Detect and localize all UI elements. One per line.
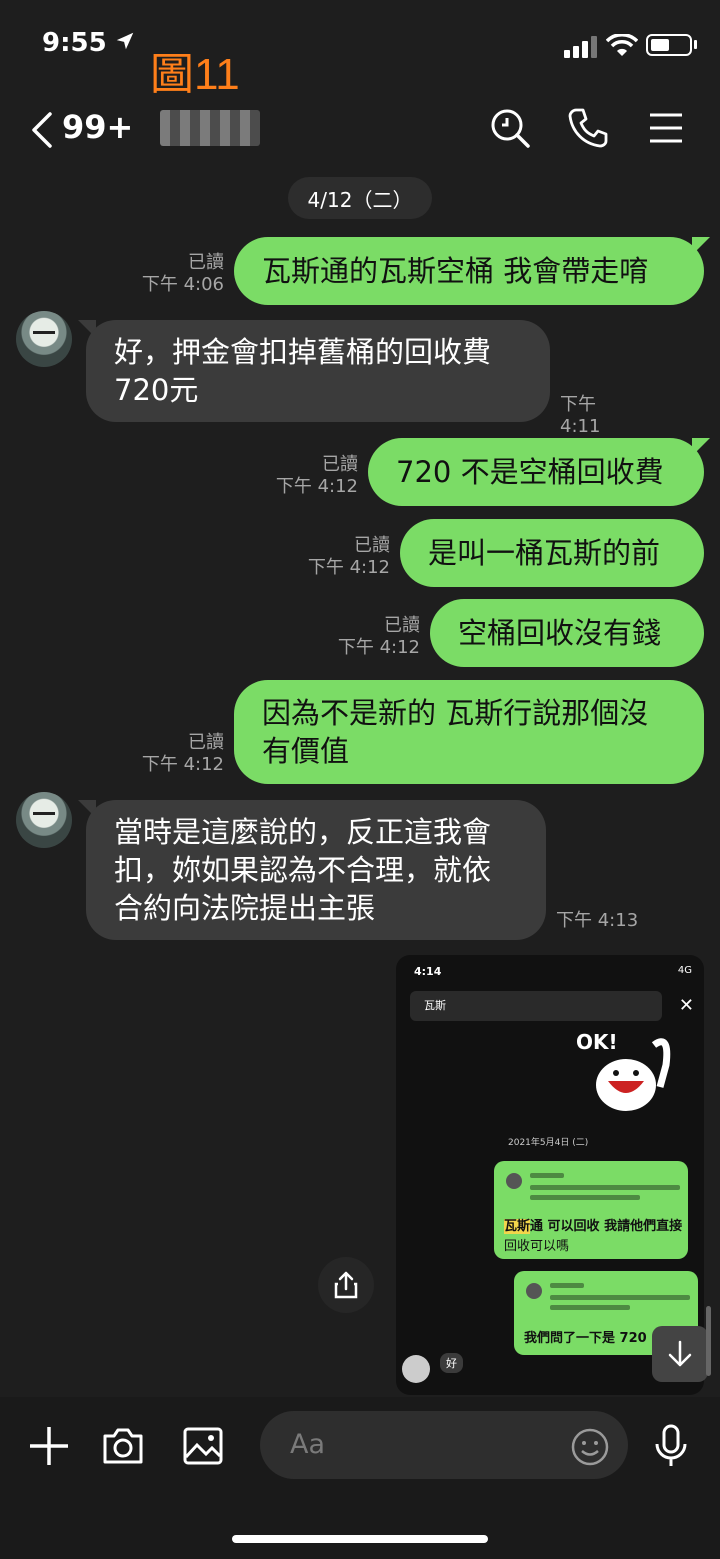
message-time: 下午 4:13 <box>556 910 639 931</box>
date-separator: 4/12（二） <box>288 177 432 219</box>
emoji-icon[interactable] <box>570 1427 610 1467</box>
message-bubble-outgoing[interactable]: 720 不是空桶回收費 <box>368 438 704 506</box>
shot-redacted-line <box>530 1195 640 1200</box>
shot-redacted-line <box>530 1185 680 1190</box>
shot-time: 4:14 <box>414 965 442 978</box>
message-text-line: 好，押金會扣掉舊桶的回收費 <box>114 335 492 369</box>
shot-avatar <box>506 1173 522 1189</box>
camera-icon[interactable] <box>100 1423 146 1469</box>
shot-search-bar: 瓦斯 <box>410 991 662 1021</box>
message-time: 下午 4:06 <box>141 274 224 295</box>
battery-icon <box>646 34 692 56</box>
share-button[interactable] <box>318 1257 374 1313</box>
down-arrow-icon <box>668 1340 692 1367</box>
message-meta: 已讀 下午 4:06 <box>120 252 224 296</box>
battery-tip <box>694 40 697 49</box>
input-placeholder: Aa <box>290 1429 326 1460</box>
message-text: 720 不是空桶回收費 <box>396 455 664 489</box>
read-receipt: 已讀 <box>354 535 390 556</box>
home-indicator <box>232 1535 488 1543</box>
message-meta: 已讀 下午 4:12 <box>316 615 420 659</box>
scrollbar[interactable] <box>706 1306 711 1376</box>
back-chevron-icon[interactable] <box>28 110 58 150</box>
close-icon: ✕ <box>678 995 694 1016</box>
shot-bubble: 瓦斯通 可以回收 我請他們直接 回收可以嗎 <box>494 1161 688 1259</box>
read-receipt: 已讀 <box>188 252 224 273</box>
message-bubble-outgoing[interactable]: 因為不是新的 瓦斯行說那個沒 有價值 <box>234 680 704 784</box>
shot-text: 回收可以嗎 <box>504 1239 570 1254</box>
location-arrow-icon <box>116 32 134 50</box>
message-time: 下午 4:11 <box>560 394 601 437</box>
message-text-line: 扣，妳如果認為不合理，就依 <box>114 853 492 887</box>
message-time: 下午 4:12 <box>307 557 390 578</box>
message-text-line: 有價值 <box>262 734 350 768</box>
shot-text: 我們問了一下是 720 <box>524 1331 647 1346</box>
message-meta: 已讀 下午 4:12 <box>120 732 224 776</box>
image-icon[interactable] <box>180 1423 226 1469</box>
message-text-line: 當時是這麼說的，反正這我會 <box>114 815 492 849</box>
shot-reply: 好 <box>440 1353 463 1373</box>
phone-icon[interactable] <box>566 106 610 150</box>
scroll-down-button[interactable] <box>652 1326 708 1382</box>
unread-count[interactable]: 99+ <box>62 108 133 146</box>
shot-highlight: 瓦斯 <box>504 1219 531 1234</box>
message-bubble-incoming[interactable]: 當時是這麼說的，反正這我會 扣，妳如果認為不合理，就依 合約向法院提出主張 <box>86 800 546 940</box>
chat-header: 99+ <box>0 90 720 170</box>
wifi-icon <box>606 34 638 56</box>
shot-message-line: 瓦斯通 可以回收 我請他們直接 <box>504 1215 682 1234</box>
message-bubble-incoming[interactable]: 好，押金會扣掉舊桶的回收費 720元 <box>86 320 550 422</box>
read-receipt: 已讀 <box>322 454 358 475</box>
message-bubble-outgoing[interactable]: 瓦斯通的瓦斯空桶 我會帶走唷 <box>234 237 704 305</box>
message-text-line: 720元 <box>114 373 199 407</box>
shot-status: 4G <box>677 965 692 976</box>
plus-icon[interactable] <box>26 1423 72 1469</box>
shot-redacted-line <box>550 1283 584 1288</box>
shot-avatar <box>526 1283 542 1299</box>
shot-redacted-line <box>550 1305 630 1310</box>
read-receipt: 已讀 <box>384 615 420 636</box>
message-bubble-outgoing[interactable]: 是叫一桶瓦斯的前 <box>400 519 704 587</box>
message-time: 下午 4:12 <box>337 637 420 658</box>
message-text: 是叫一桶瓦斯的前 <box>428 536 661 570</box>
search-icon[interactable] <box>488 106 532 150</box>
message-bubble-outgoing[interactable]: 空桶回收沒有錢 <box>430 599 704 667</box>
avatar[interactable] <box>16 311 72 367</box>
message-text: 瓦斯通的瓦斯空桶 我會帶走唷 <box>262 254 649 288</box>
message-time: 下午 4:12 <box>275 476 358 497</box>
avatar[interactable] <box>16 792 72 848</box>
menu-icon[interactable] <box>644 106 688 150</box>
status-bar: 9:55 圖11 <box>0 0 720 99</box>
input-bar: Aa <box>0 1397 720 1559</box>
sticker-image: OK! <box>576 1030 671 1111</box>
signal-icon <box>564 36 597 58</box>
read-receipt: 已讀 <box>188 732 224 753</box>
bubble-tail <box>692 438 710 456</box>
shot-redacted-line <box>550 1295 690 1300</box>
shot-avatar <box>402 1355 430 1383</box>
message-time: 下午 4:12 <box>141 754 224 775</box>
message-text-line: 因為不是新的 瓦斯行說那個沒 <box>262 696 649 730</box>
sticker-text: OK! <box>576 1030 618 1054</box>
message-meta: 已讀 下午 4:12 <box>286 535 390 579</box>
contact-name-blurred[interactable] <box>160 110 260 146</box>
shot-text: 通 可以回收 我請他們直接 <box>530 1219 683 1234</box>
message-text-line: 合約向法院提出主張 <box>114 891 376 925</box>
shot-search-text: 瓦斯 <box>424 999 446 1012</box>
message-text: 空桶回收沒有錢 <box>458 616 662 650</box>
message-meta: 已讀 下午 4:12 <box>254 454 358 498</box>
shot-date: 2021年5月4日 (二) <box>508 1138 589 1148</box>
share-icon <box>334 1271 358 1299</box>
shot-redacted-line <box>530 1173 564 1178</box>
status-time: 9:55 <box>42 28 107 58</box>
microphone-icon[interactable] <box>648 1423 694 1469</box>
